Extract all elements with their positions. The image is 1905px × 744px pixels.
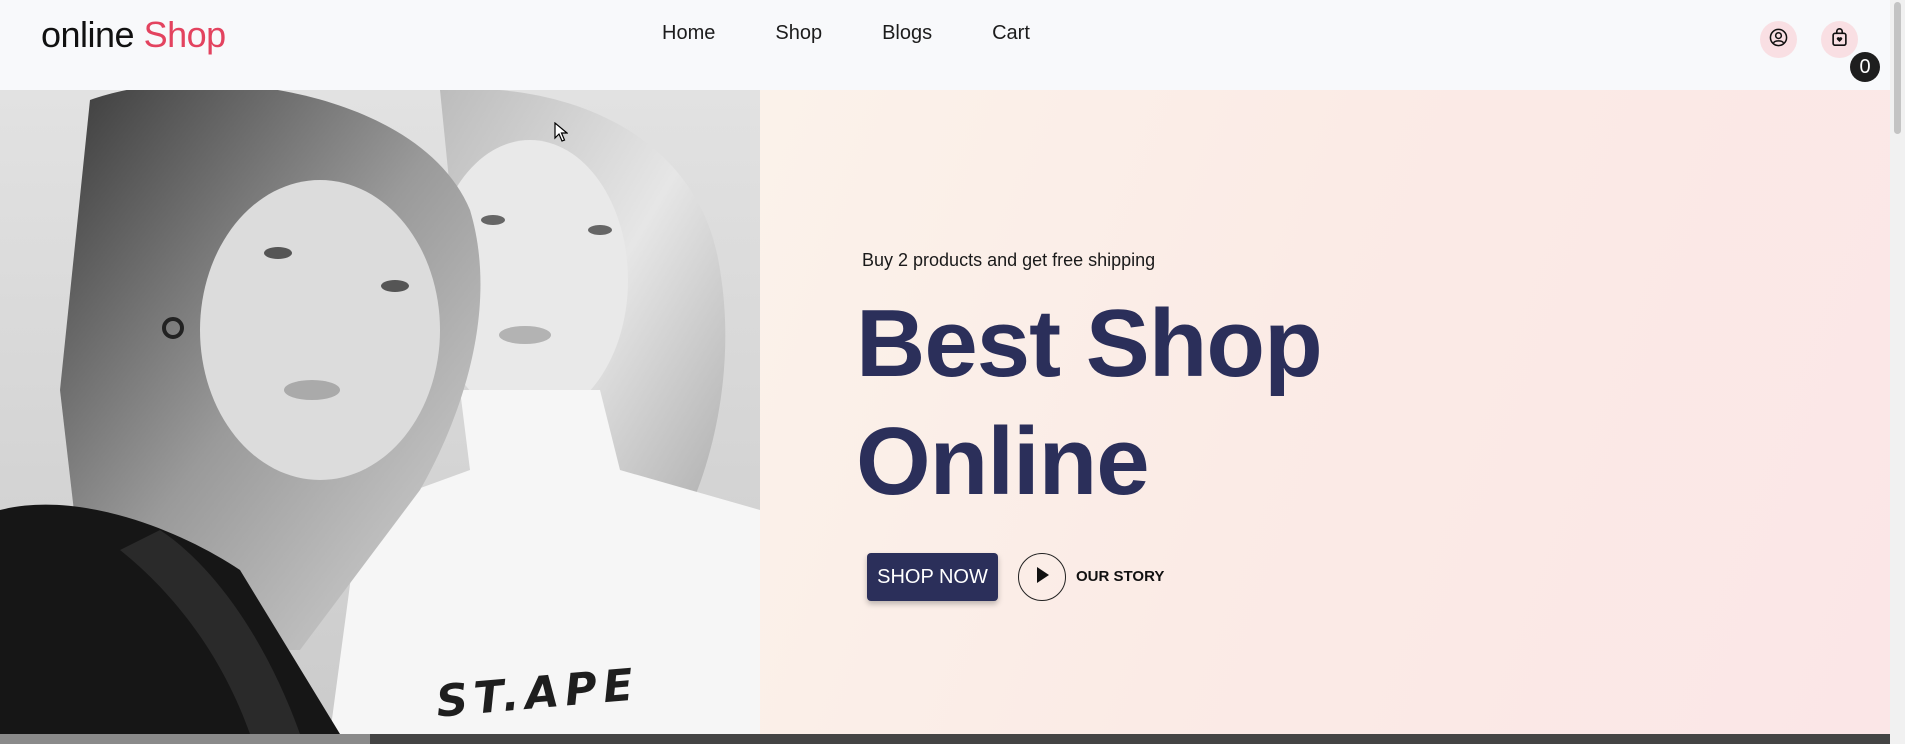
main-nav: Home Shop Blogs Cart [662, 22, 1030, 45]
logo-accent-text: Shop [143, 14, 227, 55]
headline-line-1: Best Shop [856, 290, 1323, 397]
hero-headline: Best Shop Online [856, 285, 1323, 521]
nav-blogs[interactable]: Blogs [882, 22, 932, 45]
site-logo[interactable]: online Shop [41, 14, 226, 56]
cart-count-badge: 0 [1850, 52, 1880, 82]
play-icon [1034, 566, 1050, 589]
nav-home[interactable]: Home [662, 22, 715, 45]
shop-now-button[interactable]: SHOP NOW [867, 553, 998, 601]
mouse-cursor-icon [554, 121, 569, 147]
our-story-link[interactable]: OUR STORY [1076, 568, 1164, 585]
account-button[interactable] [1760, 21, 1797, 58]
logo-text: online [41, 14, 135, 55]
scrollbar-thumb[interactable] [1894, 2, 1901, 134]
user-circle-icon [1769, 28, 1788, 52]
site-header: online Shop Home Shop Blogs Cart 0 [0, 0, 1890, 90]
hero-content: Buy 2 products and get free shipping Bes… [760, 90, 1890, 734]
bottom-strip-left [0, 734, 370, 744]
nav-cart[interactable]: Cart [992, 22, 1030, 45]
nav-shop[interactable]: Shop [775, 22, 822, 45]
hero-subtitle: Buy 2 products and get free shipping [862, 250, 1156, 270]
cart-button[interactable] [1821, 21, 1858, 58]
play-story-button[interactable] [1018, 553, 1066, 601]
bottom-strip [0, 734, 1890, 744]
shopping-bag-icon [1830, 27, 1849, 52]
headline-line-2: Online [856, 408, 1150, 515]
page-scrollbar[interactable] [1890, 0, 1905, 744]
hero-photo: ST.APE [0, 90, 760, 734]
hero-section: ST.APE Buy 2 products and get free shipp… [0, 90, 1890, 734]
